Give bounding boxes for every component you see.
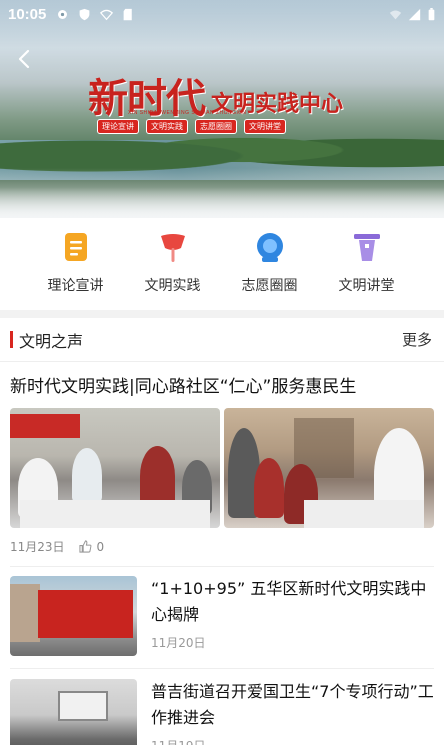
document-icon [64, 233, 87, 261]
menu-item-practice[interactable]: 文明实践 [124, 218, 221, 310]
article-date: 11月19日 [151, 737, 434, 745]
banner-tag: 理论宣讲 [97, 119, 139, 134]
menu-item-lecture[interactable]: 文明讲堂 [318, 218, 415, 310]
list-divider [10, 566, 434, 567]
thumb-stage [38, 590, 133, 638]
status-right [389, 7, 436, 21]
status-time: 10:05 [8, 5, 47, 23]
article-thumbnail [10, 679, 137, 745]
settings-gear-icon [58, 9, 68, 19]
featured-article-title[interactable]: 新时代文明实践|同心路社区“仁心”服务惠民生 [10, 372, 434, 397]
menu-item-volunteer[interactable]: 志愿圈圈 [221, 218, 318, 310]
status-bar: 10:05 [0, 0, 444, 28]
like-count: 0 [96, 539, 105, 554]
menu-item-theory[interactable]: 理论宣讲 [27, 218, 124, 310]
back-arrow-icon[interactable] [14, 48, 36, 70]
section-accent-bar [10, 331, 13, 348]
quick-menu: 理论宣讲 文明实践 志愿圈圈 文明讲堂 [0, 218, 444, 310]
article-title: 普吉街道召开爱国卫生“7个专项行动”工作推进会 [151, 682, 434, 727]
thumb-screen [58, 691, 108, 721]
banner-pinyin: XIN SHIDAI WENMING SHIJIAN ZHONGXIN [128, 110, 247, 116]
featured-photo-1 [10, 408, 220, 528]
photo-banner [10, 414, 80, 438]
photo-person [72, 448, 102, 503]
list-item-text: “1+10+95” 五华区新时代文明实践中心揭牌 11月20日 [151, 576, 434, 658]
photo-table [304, 500, 424, 528]
banner-tag: 志愿圈圈 [195, 119, 237, 134]
banner-tags: 理论宣讲 文明实践 志愿圈圈 文明讲堂 [97, 119, 286, 134]
thumb-building [10, 584, 40, 642]
photo-table [20, 500, 210, 528]
menu-label: 文明实践 [144, 278, 201, 294]
photo-person [254, 458, 284, 518]
list-divider [10, 668, 434, 669]
featured-article-meta: 11月23日 0 [10, 538, 104, 555]
article-thumbnail [10, 576, 137, 656]
list-item[interactable]: “1+10+95” 五华区新时代文明实践中心揭牌 11月20日 [10, 576, 434, 658]
headset-icon [256, 233, 283, 262]
list-item[interactable]: 普吉街道召开爱国卫生“7个专项行动”工作推进会 11月19日 [10, 679, 434, 745]
banner-tag: 文明讲堂 [244, 119, 286, 134]
banner-tag: 文明实践 [146, 119, 188, 134]
section-header: 文明之声 更多 [0, 318, 444, 362]
wifi-off-icon [100, 9, 114, 20]
podium-icon [353, 234, 380, 261]
menu-label: 志愿圈圈 [241, 278, 298, 294]
shield-icon [80, 8, 90, 20]
flag-icon [160, 234, 185, 262]
screen: 10:05 新时代 文明实践中心 XIN SHIDAI WENMING SHIJ… [0, 0, 444, 745]
article-date: 11月23日 [10, 540, 65, 554]
article-title: “1+10+95” 五华区新时代文明实践中心揭牌 [151, 579, 427, 624]
list-item-text: 普吉街道召开爱国卫生“7个专项行动”工作推进会 11月19日 [151, 679, 434, 745]
wifi-icon [389, 9, 402, 19]
menu-label: 文明讲堂 [338, 278, 395, 294]
section-title: 文明之声 [19, 331, 84, 351]
hero-banner[interactable]: 10:05 新时代 文明实践中心 XIN SHIDAI WENMING SHIJ… [0, 0, 444, 218]
signal-icon [408, 8, 421, 20]
featured-article-images[interactable] [10, 408, 434, 528]
banner-fade [0, 168, 444, 218]
featured-photo-2 [224, 408, 434, 528]
thumbs-up-icon[interactable] [78, 540, 92, 553]
battery-icon [428, 7, 435, 20]
article-date: 11月20日 [151, 636, 206, 650]
sd-card-icon [124, 8, 133, 20]
photo-person [140, 446, 175, 506]
section-divider [0, 310, 444, 318]
menu-label: 理论宣讲 [47, 278, 104, 294]
more-link[interactable]: 更多 [402, 329, 432, 350]
